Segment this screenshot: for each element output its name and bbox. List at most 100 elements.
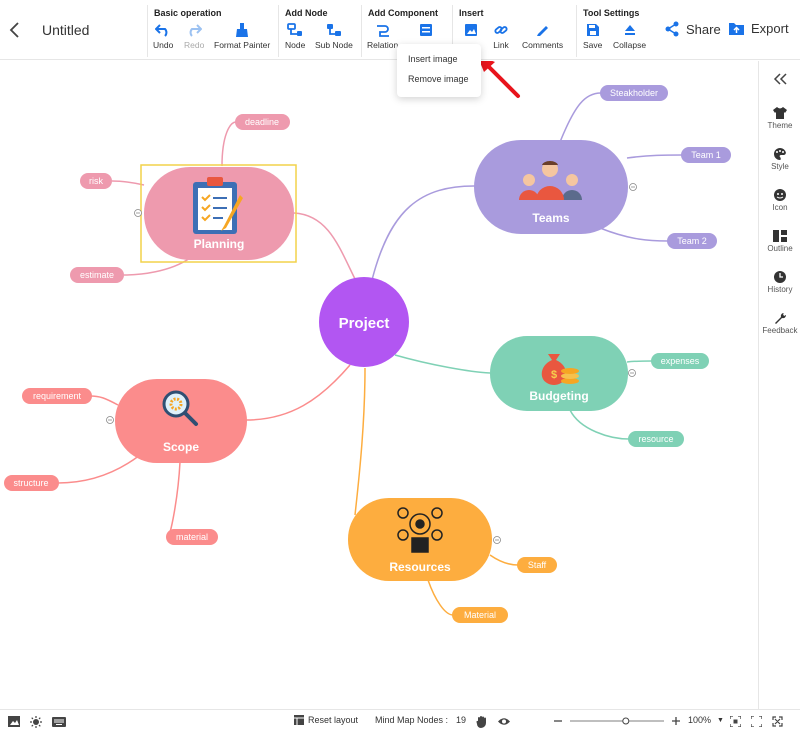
theme-toggle-icon[interactable]: [30, 716, 42, 728]
panel-style[interactable]: Style: [759, 148, 800, 171]
panel-feedback[interactable]: Feedback: [759, 312, 800, 335]
connector-steakholder: [559, 92, 602, 143]
center-node[interactable]: Project: [319, 277, 409, 367]
export-icon: [729, 23, 744, 35]
subnode-label: structure: [13, 478, 48, 488]
node-count: Mind Map Nodes : 19: [375, 715, 466, 725]
insert-image-option[interactable]: Insert image: [408, 54, 458, 64]
undo-button[interactable]: Undo: [153, 23, 173, 50]
link-button[interactable]: Link: [493, 23, 509, 50]
fit-screen-icon[interactable]: [730, 716, 741, 727]
connector-material: [167, 461, 181, 538]
relation-label: Relation: [367, 40, 399, 50]
zoom-slider-thumb[interactable]: [622, 717, 630, 725]
branch-node-planning[interactable]: Planning: [144, 167, 294, 260]
zoom-level-select[interactable]: 100% ▼: [688, 715, 724, 725]
subnode-risk[interactable]: risk: [80, 173, 112, 189]
zoom-out-icon[interactable]: [553, 716, 563, 726]
panel-outline[interactable]: Outline: [759, 230, 800, 253]
panel-theme-label: Theme: [767, 121, 793, 130]
branch-node-scope[interactable]: Scope: [115, 379, 247, 463]
subnode-team1[interactable]: Team 1: [681, 147, 731, 163]
fullscreen-icon[interactable]: [751, 716, 762, 727]
add-node-button[interactable]: Node: [285, 23, 305, 50]
panel-feedback-label: Feedback: [762, 326, 798, 335]
summary-icon: [420, 24, 432, 36]
link-label: Link: [493, 40, 509, 50]
chevron-down-icon: ▼: [717, 716, 724, 724]
share-button[interactable]: Share: [664, 21, 721, 37]
connector-planning: [293, 212, 359, 286]
collapse-panel-icon[interactable]: [772, 72, 788, 86]
subnode-label: Team 1: [691, 150, 721, 160]
node-label: Node: [285, 40, 306, 50]
link-icon: [494, 26, 508, 34]
save-label: Save: [583, 40, 603, 50]
node-icon: [287, 23, 303, 36]
collapse-button[interactable]: Collapse: [613, 23, 646, 50]
format-painter-button[interactable]: Format Painter: [214, 23, 270, 50]
document-title[interactable]: Untitled: [42, 22, 89, 38]
image-icon: [465, 24, 477, 36]
share-icon: [665, 21, 679, 37]
branch-node-budgeting[interactable]: $ Budgeting: [490, 336, 628, 411]
branch-node-resources[interactable]: Resources: [348, 498, 492, 581]
panel-style-label: Style: [771, 162, 789, 171]
keyboard-icon[interactable]: [52, 717, 66, 727]
relation-button[interactable]: Relation: [367, 23, 398, 50]
subnode-requirement[interactable]: requirement: [22, 388, 92, 404]
outline-icon: [773, 230, 787, 242]
mindmap-canvas[interactable]: Project Planning deadline risk estimate: [0, 61, 758, 709]
branch-node-teams[interactable]: Teams: [474, 140, 628, 234]
subnode-label: requirement: [33, 391, 82, 401]
zoom-slider[interactable]: [570, 715, 664, 727]
subnode-team2[interactable]: Team 2: [667, 233, 717, 249]
export-button[interactable]: Export: [728, 21, 789, 36]
subnode-steakholder[interactable]: Steakholder: [600, 85, 668, 101]
subnode-estimate[interactable]: estimate: [70, 267, 124, 283]
subnode-label: resource: [638, 434, 673, 444]
subnode-staff[interactable]: Staff: [517, 557, 557, 573]
remove-image-option[interactable]: Remove image: [408, 74, 469, 84]
summary-button[interactable]: [418, 23, 434, 40]
save-button[interactable]: Save: [583, 23, 602, 50]
reset-layout-button[interactable]: Reset layout: [294, 715, 358, 725]
add-sub-node-button[interactable]: Sub Node: [315, 23, 353, 50]
format-painter-icon: [236, 23, 249, 37]
expand-icon[interactable]: [772, 716, 783, 727]
connector-resources: [354, 367, 366, 516]
connector-teams: [371, 185, 478, 281]
wrench-icon: [775, 312, 787, 324]
subnode-label: expenses: [661, 356, 700, 366]
hand-tool-icon[interactable]: [476, 715, 488, 728]
panel-theme[interactable]: Theme: [759, 107, 800, 130]
redo-button[interactable]: Redo: [184, 23, 204, 50]
subnode-material-resources[interactable]: Material: [452, 607, 508, 623]
subnode-expenses[interactable]: expenses: [651, 353, 709, 369]
scope-label: Scope: [163, 440, 199, 454]
comments-button[interactable]: Comments: [522, 23, 563, 50]
subnode-material[interactable]: material: [166, 529, 218, 545]
node-count-value: 19: [456, 715, 467, 725]
subnode-resource[interactable]: resource: [628, 431, 684, 447]
panel-icon[interactable]: Icon: [759, 189, 800, 212]
connector-staff: [489, 554, 519, 566]
red-arrow-icon: [479, 61, 520, 98]
eye-icon[interactable]: [498, 717, 510, 726]
subnode-deadline[interactable]: deadline: [235, 114, 290, 130]
subnode-structure[interactable]: structure: [4, 475, 59, 491]
image-view-icon[interactable]: [8, 716, 20, 727]
subnode-label: Team 2: [677, 236, 707, 246]
panel-history[interactable]: History: [759, 271, 800, 294]
subnode-label: material: [176, 532, 208, 542]
insert-image-button[interactable]: [463, 23, 479, 40]
planning-label: Planning: [194, 237, 245, 251]
zoom-in-icon[interactable]: [671, 716, 681, 726]
connector-deadline: [221, 121, 237, 167]
connector-material-res: [427, 579, 454, 616]
comments-label: Comments: [522, 40, 564, 50]
share-label: Share: [686, 21, 721, 37]
sub-node-icon: [326, 24, 341, 36]
back-arrow-icon[interactable]: [6, 18, 24, 42]
palette-icon: [774, 148, 786, 160]
